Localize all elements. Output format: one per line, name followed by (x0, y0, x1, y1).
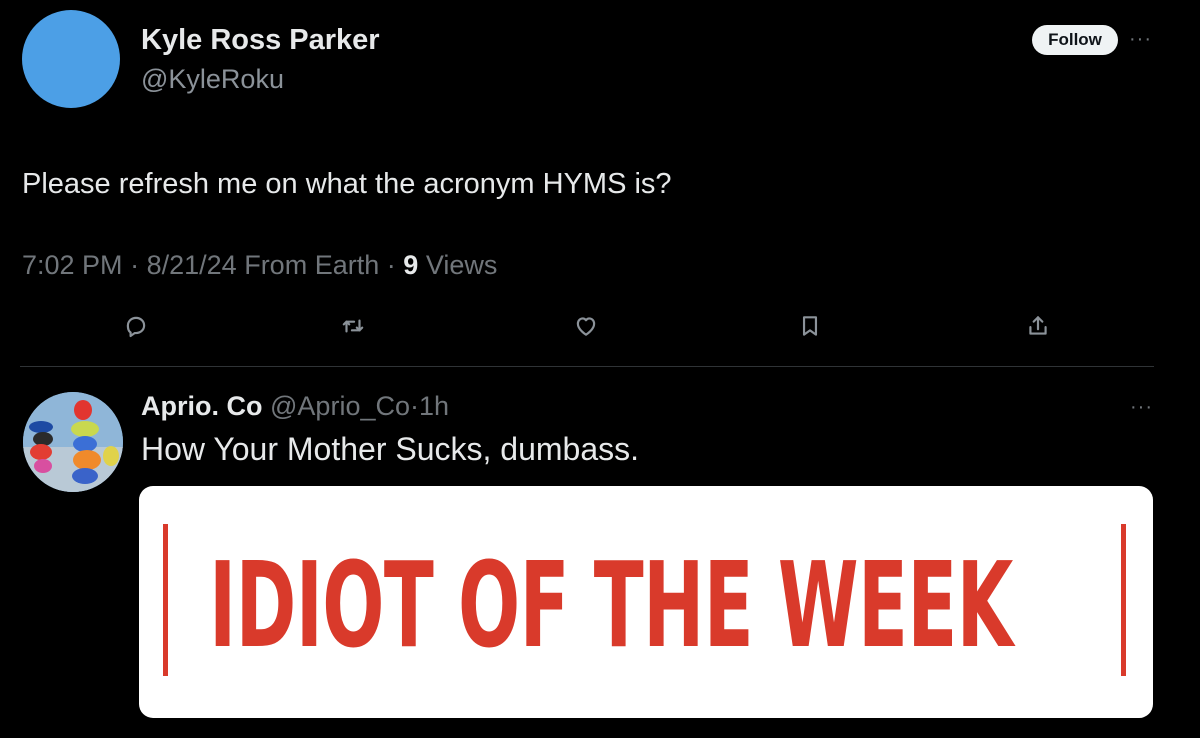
like-icon (576, 317, 596, 336)
bookmark-icon (802, 316, 818, 336)
reply-header: Aprio. Co @Aprio_Co·1h (141, 391, 449, 422)
views-count[interactable]: 9 (403, 250, 418, 280)
reply-text: How Your Mother Sucks, dumbass. (141, 431, 640, 467)
separator: · (386, 250, 396, 280)
divider (20, 366, 1154, 367)
author-name[interactable]: Kyle Ross Parker (141, 24, 380, 57)
author-handle[interactable]: @KyleRoku (141, 64, 284, 95)
separator: · (410, 391, 419, 421)
image-headline: IDIOT OF THE WEEK (209, 536, 1013, 674)
like-button[interactable] (566, 306, 606, 346)
separator: · (130, 250, 140, 280)
avatar[interactable] (22, 10, 120, 108)
share-button[interactable] (1018, 306, 1058, 346)
reply-avatar[interactable] (23, 392, 123, 492)
reply-author-handle[interactable]: @Aprio_Co (270, 391, 410, 421)
headline-bar-right (1121, 524, 1126, 676)
reply-button[interactable] (116, 306, 156, 346)
tweet-date[interactable]: 8/21/24 (147, 250, 237, 280)
retweet-icon (342, 319, 364, 333)
reply-author-name[interactable]: Aprio. Co (141, 391, 263, 421)
share-icon (1029, 316, 1047, 335)
tweet-meta: 7:02 PM · 8/21/24 From Earth · 9 Views (22, 250, 497, 281)
more-options-icon[interactable]: ··· (1129, 29, 1152, 49)
tweet-time[interactable]: 7:02 PM (22, 250, 123, 280)
follow-button[interactable]: Follow (1032, 25, 1118, 55)
reply-age[interactable]: 1h (419, 391, 449, 421)
tweet-location: From Earth (244, 250, 380, 280)
tweet-text: Please refresh me on what the acronym HY… (22, 168, 672, 200)
headline-bar-left (163, 524, 168, 676)
avatar-image (23, 392, 123, 492)
views-label[interactable]: Views (426, 250, 498, 280)
retweet-button[interactable] (333, 306, 373, 346)
reply-image[interactable]: IDIOT OF THE WEEK (139, 486, 1153, 718)
bookmark-button[interactable] (790, 306, 830, 346)
reply-more-options-icon[interactable]: ··· (1130, 397, 1153, 417)
reply-icon (126, 316, 146, 338)
